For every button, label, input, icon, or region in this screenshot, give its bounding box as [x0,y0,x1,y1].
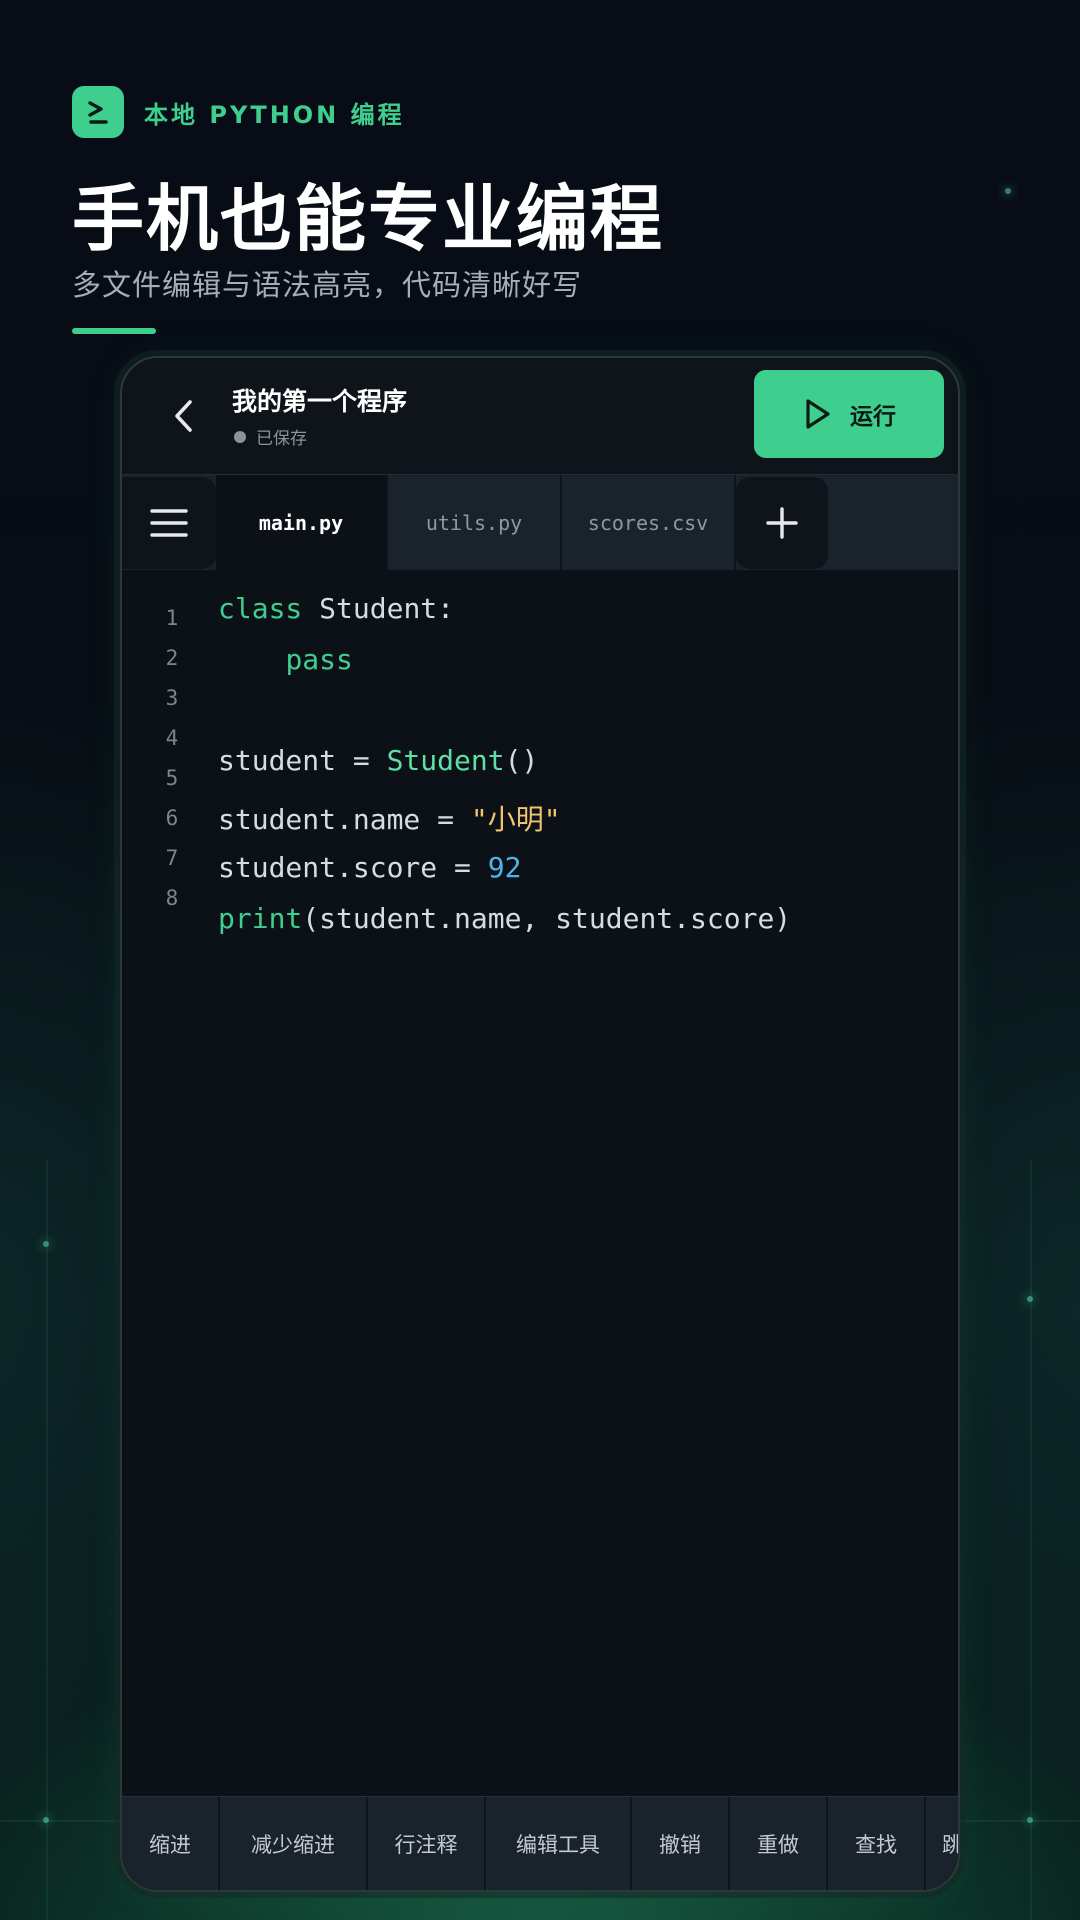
hero-title: 手机也能专业编程 [72,177,665,261]
code-line: student = Student() [218,744,538,777]
line-number: 7 [165,846,179,870]
redo-button[interactable]: 重做 [730,1797,828,1890]
code-line: student.name = "小明" [218,798,561,838]
code-editor[interactable]: 1 2 3 4 5 6 7 8 class Student: pass stud… [122,570,958,1804]
file-tab-bar: main.py utils.py scores.csv [122,474,958,571]
line-number: 4 [165,726,179,750]
tab-utils-py[interactable]: utils.py [388,475,562,571]
code-token: student.score = [218,851,488,884]
code-token: () [504,744,539,777]
indent-button[interactable]: 缩进 [122,1797,220,1890]
status-dot-icon [234,430,246,443]
line-number: 3 [165,686,179,710]
code-token: student.name = [218,803,471,836]
brand-row: 本地 PYTHON 编程 [72,86,405,138]
code-token: class [218,592,303,625]
edit-tools-button[interactable]: 编辑工具 [486,1797,632,1890]
code-token: student = [218,744,387,777]
code-token: pass [285,643,353,676]
add-tab-button[interactable] [736,477,828,569]
line-comment-button[interactable]: 行注释 [368,1797,486,1890]
code-token: Student: [302,592,455,625]
code-line: print(student.name, student.score) [218,902,791,935]
outdent-button[interactable]: 减少缩进 [220,1797,368,1890]
code-token: 92 [487,851,522,884]
line-number: 2 [165,646,179,670]
code-token: Student [386,744,505,777]
file-menu-button[interactable] [122,477,216,569]
line-number: 8 [165,886,179,910]
back-button[interactable] [162,394,206,438]
run-button[interactable]: 运行 [754,370,944,458]
phone-screen: 我的第一个程序 已保存 运行 main.py utils.py scores.c… [120,356,960,1892]
accent-underline [72,328,156,334]
save-status: 已保存 [234,424,307,449]
brand-label: 本地 PYTHON 编程 [144,100,405,129]
code-token: (student.name, student.score) [302,902,792,935]
edit-toolbar: 缩进 减少缩进 行注释 编辑工具 撤销 重做 查找 跳 [122,1796,958,1890]
tab-scores-csv[interactable]: scores.csv [562,475,736,571]
app-bar: 我的第一个程序 已保存 运行 [122,358,958,474]
play-icon [806,399,830,429]
save-status-label: 已保存 [256,429,307,449]
tab-main-py[interactable]: main.py [216,475,388,571]
line-number: 1 [165,606,179,630]
goto-button[interactable]: 跳 [926,1797,958,1890]
undo-button[interactable]: 撤销 [632,1797,730,1890]
background-grid-line [46,1160,48,1920]
terminal-prompt-icon [72,86,124,138]
background-glow-dot [1027,1296,1033,1302]
code-line: pass [218,643,353,676]
background-glow-dot [43,1241,49,1247]
find-button[interactable]: 查找 [828,1797,926,1890]
promo-background: 本地 PYTHON 编程 手机也能专业编程 多文件编辑与语法高亮，代码清晰好写 … [0,0,1080,1920]
hamburger-menu-icon [150,509,188,537]
background-glow-dot [1005,188,1011,194]
code-token: "小明" [470,803,561,836]
line-number: 5 [165,766,179,790]
code-line: student.score = 92 [218,851,521,884]
hero-subtitle: 多文件编辑与语法高亮，代码清晰好写 [72,268,583,302]
background-glow-dot [43,1817,49,1823]
run-button-label: 运行 [850,404,896,430]
background-grid-line [1030,1160,1032,1920]
background-glow-dot [1027,1817,1033,1823]
plus-icon [766,507,798,539]
document-title[interactable]: 我的第一个程序 [232,382,407,418]
code-line: class Student: [218,592,454,625]
line-number: 6 [165,806,179,830]
code-token: print [218,902,303,935]
chevron-left-icon [175,400,192,432]
